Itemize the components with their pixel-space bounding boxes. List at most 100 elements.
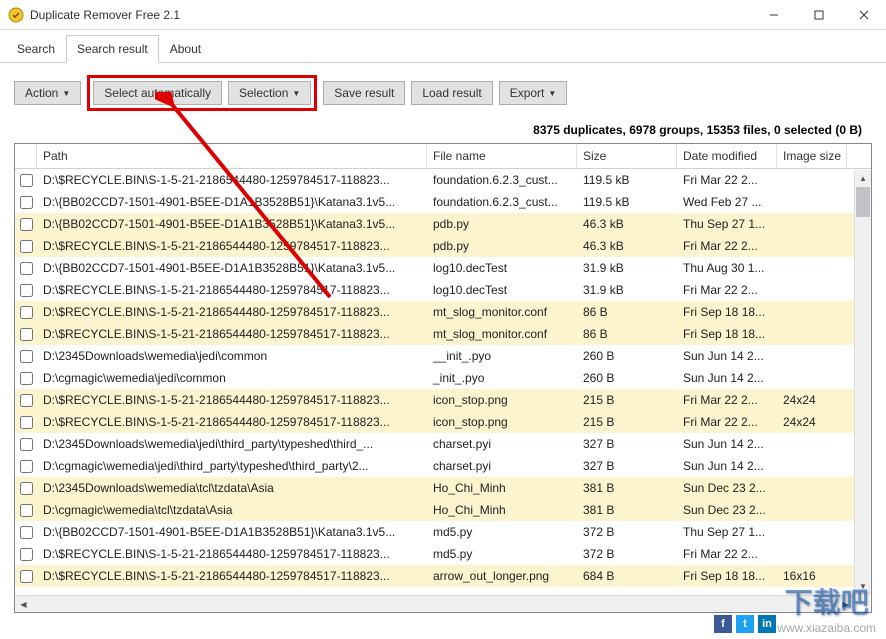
tab-search[interactable]: Search xyxy=(6,35,66,63)
row-checkbox[interactable] xyxy=(15,194,37,211)
selection-label: Selection xyxy=(239,86,288,100)
tab-search-result[interactable]: Search result xyxy=(66,35,159,63)
vertical-scrollbar[interactable]: ▲ ▼ xyxy=(854,170,871,595)
twitter-icon[interactable]: t xyxy=(736,615,754,633)
checkbox-input[interactable] xyxy=(20,306,33,319)
cell-size: 31.9 kB xyxy=(577,281,677,299)
action-button[interactable]: Action▼ xyxy=(14,81,81,105)
horizontal-scrollbar[interactable]: ◀ ▶ xyxy=(15,595,854,612)
col-checkbox[interactable] xyxy=(15,144,37,168)
close-button[interactable] xyxy=(841,0,886,30)
scroll-thumb[interactable] xyxy=(856,187,870,217)
table-row[interactable]: D:\$RECYCLE.BIN\S-1-5-21-2186544480-1259… xyxy=(15,543,871,565)
scroll-left-icon[interactable]: ◀ xyxy=(15,596,32,613)
table-row[interactable]: D:\$RECYCLE.BIN\S-1-5-21-2186544480-1259… xyxy=(15,411,871,433)
table-row[interactable]: D:\2345Downloads\wemedia\jedi\common__in… xyxy=(15,345,871,367)
cell-size: 119.5 kB xyxy=(577,171,677,189)
facebook-icon[interactable]: f xyxy=(714,615,732,633)
checkbox-input[interactable] xyxy=(20,504,33,517)
checkbox-input[interactable] xyxy=(20,328,33,341)
watermark: 下载吧 www.xiazaiba.com xyxy=(777,581,876,635)
maximize-button[interactable] xyxy=(796,0,841,30)
selection-button[interactable]: Selection▼ xyxy=(228,81,311,105)
results-table: Path File name Size Date modified Image … xyxy=(14,143,872,613)
checkbox-input[interactable] xyxy=(20,438,33,451)
table-row[interactable]: D:\cgmagic\wemedia\tcl\tzdata\AsiaHo_Chi… xyxy=(15,499,871,521)
table-row[interactable]: D:\$RECYCLE.BIN\S-1-5-21-2186544480-1259… xyxy=(15,301,871,323)
cell-image-size xyxy=(777,464,847,468)
load-result-button[interactable]: Load result xyxy=(411,81,492,105)
row-checkbox[interactable] xyxy=(15,414,37,431)
table-row[interactable]: D:\$RECYCLE.BIN\S-1-5-21-2186544480-1259… xyxy=(15,323,871,345)
checkbox-input[interactable] xyxy=(20,218,33,231)
row-checkbox[interactable] xyxy=(15,392,37,409)
table-row[interactable]: D:\$RECYCLE.BIN\S-1-5-21-2186544480-1259… xyxy=(15,169,871,191)
row-checkbox[interactable] xyxy=(15,348,37,365)
row-checkbox[interactable] xyxy=(15,260,37,277)
row-checkbox[interactable] xyxy=(15,172,37,189)
row-checkbox[interactable] xyxy=(15,238,37,255)
cell-date: Fri Sep 18 18... xyxy=(677,567,777,585)
checkbox-input[interactable] xyxy=(20,394,33,407)
col-date[interactable]: Date modified xyxy=(677,144,777,168)
cell-date: Fri Sep 18 18... xyxy=(677,303,777,321)
row-checkbox[interactable] xyxy=(15,524,37,541)
row-checkbox[interactable] xyxy=(15,546,37,563)
cell-image-size: 24x24 xyxy=(777,413,847,431)
checkbox-input[interactable] xyxy=(20,416,33,429)
cell-image-size xyxy=(777,530,847,534)
table-row[interactable]: D:\$RECYCLE.BIN\S-1-5-21-2186544480-1259… xyxy=(15,279,871,301)
table-row[interactable]: D:\2345Downloads\wemedia\jedi\third_part… xyxy=(15,433,871,455)
save-result-button[interactable]: Save result xyxy=(323,81,405,105)
checkbox-input[interactable] xyxy=(20,262,33,275)
cell-size: 215 B xyxy=(577,413,677,431)
row-checkbox[interactable] xyxy=(15,502,37,519)
tab-about[interactable]: About xyxy=(159,35,212,63)
cell-path: D:\$RECYCLE.BIN\S-1-5-21-2186544480-1259… xyxy=(37,567,427,585)
checkbox-input[interactable] xyxy=(20,240,33,253)
table-row[interactable]: D:\$RECYCLE.BIN\S-1-5-21-2186544480-1259… xyxy=(15,389,871,411)
scroll-track[interactable] xyxy=(855,187,871,578)
table-row[interactable]: D:\{BB02CCD7-1501-4901-B5EE-D1A1B3528B51… xyxy=(15,213,871,235)
row-checkbox[interactable] xyxy=(15,568,37,585)
export-label: Export xyxy=(510,86,545,100)
table-row[interactable]: D:\cgmagic\wemedia\jedi\common_init_.pyo… xyxy=(15,367,871,389)
checkbox-input[interactable] xyxy=(20,460,33,473)
row-checkbox[interactable] xyxy=(15,370,37,387)
checkbox-input[interactable] xyxy=(20,570,33,583)
export-button[interactable]: Export▼ xyxy=(499,81,568,105)
col-filename[interactable]: File name xyxy=(427,144,577,168)
table-row[interactable]: D:\{BB02CCD7-1501-4901-B5EE-D1A1B3528B51… xyxy=(15,257,871,279)
row-checkbox[interactable] xyxy=(15,216,37,233)
row-checkbox[interactable] xyxy=(15,326,37,343)
checkbox-input[interactable] xyxy=(20,548,33,561)
table-row[interactable]: D:\2345Downloads\wemedia\tcl\tzdata\Asia… xyxy=(15,477,871,499)
linkedin-icon[interactable]: in xyxy=(758,615,776,633)
row-checkbox[interactable] xyxy=(15,282,37,299)
scroll-up-icon[interactable]: ▲ xyxy=(855,170,871,187)
checkbox-input[interactable] xyxy=(20,196,33,209)
row-checkbox[interactable] xyxy=(15,436,37,453)
col-path[interactable]: Path xyxy=(37,144,427,168)
row-checkbox[interactable] xyxy=(15,480,37,497)
checkbox-input[interactable] xyxy=(20,372,33,385)
col-image-size[interactable]: Image size xyxy=(777,144,847,168)
checkbox-input[interactable] xyxy=(20,350,33,363)
table-row[interactable]: D:\$RECYCLE.BIN\S-1-5-21-2186544480-1259… xyxy=(15,235,871,257)
cell-filename: charset.pyi xyxy=(427,435,577,453)
checkbox-input[interactable] xyxy=(20,482,33,495)
checkbox-input[interactable] xyxy=(20,174,33,187)
table-row[interactable]: D:\{BB02CCD7-1501-4901-B5EE-D1A1B3528B51… xyxy=(15,521,871,543)
table-row[interactable]: D:\$RECYCLE.BIN\S-1-5-21-2186544480-1259… xyxy=(15,565,871,587)
minimize-button[interactable] xyxy=(751,0,796,30)
checkbox-input[interactable] xyxy=(20,284,33,297)
table-row[interactable]: D:\cgmagic\wemedia\jedi\third_party\type… xyxy=(15,455,871,477)
select-automatically-button[interactable]: Select automatically xyxy=(93,81,222,105)
cell-date: Fri Mar 22 2... xyxy=(677,171,777,189)
cell-date: Fri Mar 22 2... xyxy=(677,391,777,409)
row-checkbox[interactable] xyxy=(15,304,37,321)
checkbox-input[interactable] xyxy=(20,526,33,539)
table-row[interactable]: D:\{BB02CCD7-1501-4901-B5EE-D1A1B3528B51… xyxy=(15,191,871,213)
col-size[interactable]: Size xyxy=(577,144,677,168)
row-checkbox[interactable] xyxy=(15,458,37,475)
